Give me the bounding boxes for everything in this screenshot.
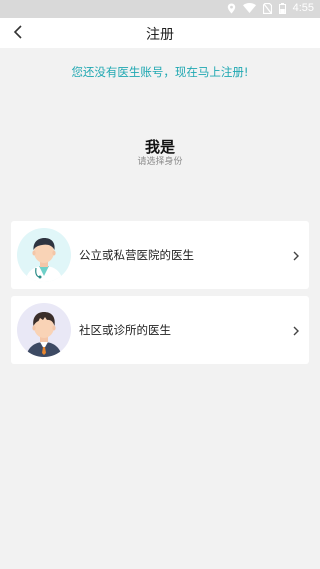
- battery-icon: [278, 2, 286, 14]
- register-notice: 您还没有医生账号，现在马上注册!: [71, 65, 249, 79]
- no-sim-icon: [262, 2, 272, 14]
- chevron-right-icon: [291, 248, 301, 262]
- status-time: 4:55: [292, 2, 314, 14]
- status-icons: 4:55: [227, 2, 314, 14]
- option-label: 社区或诊所的医生: [79, 323, 171, 337]
- wifi-icon: [242, 3, 256, 13]
- page-title: 注册: [146, 27, 174, 43]
- option-label: 公立或私营医院的医生: [79, 248, 194, 262]
- location-icon: [227, 3, 236, 14]
- identity-subheading: 请选择身份: [137, 157, 183, 167]
- option-community-doctor[interactable]: 社区或诊所的医生: [11, 296, 309, 364]
- chevron-right-icon: [291, 323, 301, 337]
- doctor-avatar-icon: [17, 228, 71, 282]
- doctor-avatar-icon: [17, 303, 71, 357]
- status-bar: 4:55: [0, 0, 320, 18]
- option-hospital-doctor[interactable]: 公立或私营医院的医生: [11, 221, 309, 289]
- nav-bar: 注册: [0, 18, 320, 48]
